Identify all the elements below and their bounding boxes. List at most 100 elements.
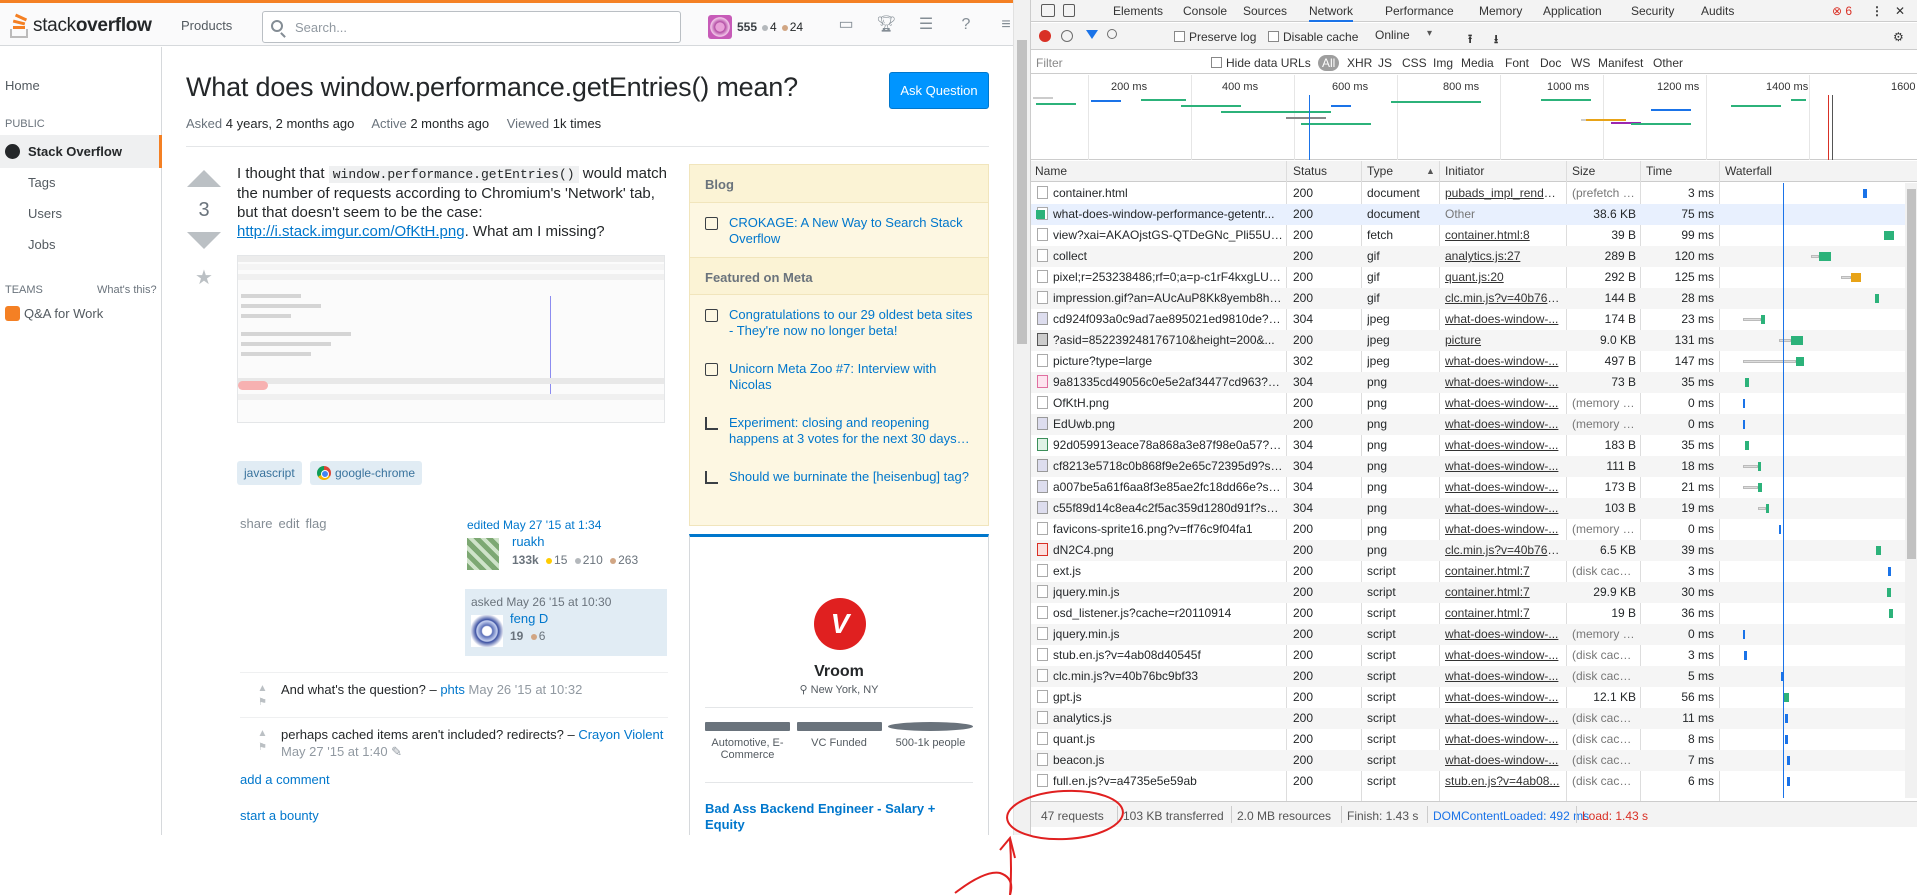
hide-data-urls-checkbox[interactable]: Hide data URLs: [1211, 56, 1311, 70]
waterfall-bar[interactable]: [1766, 504, 1769, 513]
edited-date[interactable]: edited May 27 '15 at 1:34: [467, 518, 667, 532]
col-status[interactable]: Status: [1293, 164, 1327, 178]
start-bounty-link[interactable]: start a bounty: [240, 808, 319, 823]
job-title-link[interactable]: Bad Ass Backend Engineer - Salary + Equi…: [705, 801, 965, 833]
products-link[interactable]: Products: [181, 18, 232, 33]
waterfall-bar[interactable]: [1819, 252, 1831, 261]
waterfall-bar[interactable]: [1796, 357, 1804, 366]
request-row[interactable]: impression.gif?an=AUcAuP8Kk8yemb8h1... 20…: [1031, 288, 1905, 309]
waterfall-bar[interactable]: [1758, 483, 1762, 492]
comment-vote-flag-icons[interactable]: ▲ ⚑: [255, 682, 270, 710]
request-initiator[interactable]: what-does-window-...: [1445, 501, 1562, 515]
meta-item[interactable]: Unicorn Meta Zoo #7: Interview with Nico…: [690, 349, 988, 403]
request-initiator[interactable]: what-does-window-...: [1445, 354, 1562, 368]
request-row[interactable]: collect 200 gif analytics.js:27 289 B 120 ms: [1031, 246, 1905, 267]
search-icon[interactable]: [1107, 29, 1117, 39]
tag-javascript[interactable]: javascript: [237, 461, 302, 485]
nav-stack-overflow[interactable]: Stack Overflow: [0, 135, 162, 168]
ask-question-button[interactable]: Ask Question: [889, 72, 989, 109]
achievements-icon[interactable]: 🏆︎: [876, 16, 896, 34]
request-initiator[interactable]: container.html:7: [1445, 585, 1562, 599]
device-toolbar-icon[interactable]: [1063, 4, 1075, 17]
request-initiator[interactable]: what-does-window-...: [1445, 375, 1562, 389]
review-queue-icon[interactable]: ☰: [916, 16, 936, 34]
request-initiator[interactable]: what-does-window-...: [1445, 459, 1562, 473]
request-initiator[interactable]: what-does-window-...: [1445, 711, 1562, 725]
request-row[interactable]: EdUwb.png 200 png what-does-window-... (memo…: [1031, 414, 1905, 435]
job-ad[interactable]: V Vroom ⚲ New York, NY Automotive, E-Com…: [689, 534, 989, 835]
avatar[interactable]: [471, 615, 503, 647]
tab-application[interactable]: Application: [1543, 4, 1602, 18]
network-overview-timeline[interactable]: 200 ms 400 ms 600 ms 800 ms 1000 ms 1200…: [1031, 75, 1917, 160]
request-initiator[interactable]: container.html:7: [1445, 564, 1562, 578]
request-row[interactable]: favicons-sprite16.png?v=ff76c9f04fa1 200 p…: [1031, 519, 1905, 540]
upvote-button[interactable]: [187, 170, 221, 187]
meta-item[interactable]: Should we burninate the [heisenbug] tag?: [690, 457, 988, 495]
waterfall-bar[interactable]: [1787, 756, 1790, 765]
page-scrollbar[interactable]: [1013, 0, 1030, 835]
scrollbar-thumb[interactable]: [1017, 40, 1027, 344]
nav-jobs[interactable]: Jobs: [28, 237, 55, 252]
flag-link[interactable]: flag: [306, 516, 327, 531]
request-initiator[interactable]: clc.min.js?v=40b76b...: [1445, 543, 1562, 557]
waterfall-bar[interactable]: [1863, 189, 1867, 198]
request-row[interactable]: quant.js 200 script what-does-window-... (di…: [1031, 729, 1905, 750]
waterfall-bar[interactable]: [1851, 273, 1861, 282]
waterfall-bar[interactable]: [1745, 378, 1749, 387]
comment-vote-flag-icons[interactable]: ▲ ⚑: [255, 727, 270, 755]
waterfall-bar[interactable]: [1761, 315, 1765, 324]
tab-sources[interactable]: Sources: [1243, 4, 1287, 18]
request-initiator[interactable]: what-does-window-...: [1445, 648, 1562, 662]
request-row[interactable]: stub.en.js?v=4ab08d40545f 200 script what-d…: [1031, 645, 1905, 666]
request-row[interactable]: cd924f093a0c9ad7ae895021ed9810de?s... 304…: [1031, 309, 1905, 330]
search-input[interactable]: [295, 18, 665, 36]
tab-elements[interactable]: Elements: [1113, 4, 1163, 18]
waterfall-bar[interactable]: [1888, 567, 1891, 576]
comment-user[interactable]: Crayon Violent: [578, 727, 663, 742]
type-filter-doc[interactable]: Doc: [1540, 56, 1561, 70]
blog-item[interactable]: CROKAGE: A New Way to Search Stack Overf…: [690, 203, 988, 257]
waterfall-bar[interactable]: [1744, 651, 1747, 660]
request-row[interactable]: analytics.js 200 script what-does-window-..…: [1031, 708, 1905, 729]
waterfall-bar[interactable]: [1743, 630, 1745, 639]
waterfall-bar[interactable]: [1889, 609, 1893, 618]
type-filter-css[interactable]: CSS: [1402, 56, 1427, 70]
help-icon[interactable]: ?: [956, 16, 976, 34]
editor-name[interactable]: ruakh: [512, 534, 545, 549]
asker-name[interactable]: feng D: [510, 611, 548, 626]
error-count-badge[interactable]: ⊗ 6: [1832, 4, 1852, 18]
comment-user[interactable]: phts: [440, 682, 465, 697]
type-filter-media[interactable]: Media: [1461, 56, 1494, 70]
request-initiator[interactable]: what-does-window-...: [1445, 417, 1562, 431]
waterfall-bar[interactable]: [1887, 588, 1891, 597]
type-filter-js[interactable]: JS: [1378, 56, 1392, 70]
request-row[interactable]: 9a81335cd49056c0e5e2af34477cd963?s... 304…: [1031, 372, 1905, 393]
share-link[interactable]: share: [240, 516, 273, 531]
tab-memory[interactable]: Memory: [1479, 4, 1522, 18]
request-list-scrollbar[interactable]: [1905, 183, 1917, 798]
screenshot-link[interactable]: http://i.stack.imgur.com/OfKtH.png: [237, 223, 465, 240]
nav-tags[interactable]: Tags: [28, 175, 55, 190]
waterfall-bar[interactable]: [1787, 777, 1790, 786]
request-row[interactable]: ?asid=852239248176710&height=200&... 200 j…: [1031, 330, 1905, 351]
more-menu-icon[interactable]: ⋮: [1871, 4, 1883, 18]
request-initiator[interactable]: stub.en.js?v=4ab08...: [1445, 774, 1562, 788]
tag-google-chrome[interactable]: google-chrome: [310, 461, 423, 485]
request-initiator[interactable]: what-does-window-...: [1445, 396, 1562, 410]
request-row[interactable]: view?xai=AKAOjstGS-QTDeGNc_Pli55UR... 200…: [1031, 225, 1905, 246]
request-row[interactable]: a007be5a61f6aa8f3e85ae2fc18dd66e?s=... 30…: [1031, 477, 1905, 498]
request-row[interactable]: picture?type=large 302 jpeg what-does-windo…: [1031, 351, 1905, 372]
scrollbar-thumb[interactable]: [1907, 189, 1916, 559]
request-row[interactable]: full.en.js?v=a4735e5e59ab 200 script stub.e…: [1031, 771, 1905, 792]
request-row[interactable]: beacon.js 200 script what-does-window-... (d…: [1031, 750, 1905, 771]
waterfall-bar[interactable]: [1758, 462, 1761, 471]
site-switcher-icon[interactable]: ≡: [996, 16, 1013, 34]
waterfall-bar[interactable]: [1876, 546, 1881, 555]
add-comment-link[interactable]: add a comment: [240, 772, 330, 787]
tab-performance[interactable]: Performance: [1385, 4, 1454, 18]
waterfall-bar[interactable]: [1743, 420, 1745, 429]
favorite-star-icon[interactable]: ★: [186, 265, 222, 290]
request-initiator[interactable]: what-does-window-...: [1445, 669, 1562, 683]
type-filter-all[interactable]: All: [1318, 55, 1340, 71]
request-initiator[interactable]: what-does-window-...: [1445, 522, 1562, 536]
